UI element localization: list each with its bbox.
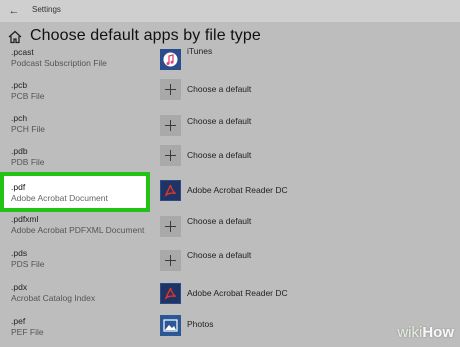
choose-default-button[interactable]: Choose a default xyxy=(187,116,251,126)
page-title: Choose default apps by file type xyxy=(30,27,261,44)
file-extension: .pch xyxy=(11,113,28,123)
itunes-icon[interactable] xyxy=(160,49,181,70)
file-extension: .pcast xyxy=(11,47,34,57)
choose-default-button[interactable]: Choose a default xyxy=(187,216,251,226)
choose-default-button[interactable]: Choose a default xyxy=(187,84,251,94)
file-description: PCH File xyxy=(11,124,46,134)
file-type-row-pch: .pch PCH File Choose a default xyxy=(0,111,460,144)
file-description: PEF File xyxy=(11,327,44,337)
wikihow-watermark: wikiHow xyxy=(397,324,454,341)
file-type-row-pcast: .pcast Podcast Subscription File iTunes xyxy=(0,45,460,78)
back-arrow-icon[interactable]: ← xyxy=(6,3,22,19)
file-type-row-pdf: Adobe Acrobat Reader DC xyxy=(0,179,460,212)
acrobat-icon[interactable] xyxy=(160,180,181,201)
plus-icon[interactable] xyxy=(160,79,181,100)
plus-icon[interactable] xyxy=(160,115,181,136)
file-extension: .pdx xyxy=(11,282,28,292)
file-type-row-pds: .pds PDS File Choose a default xyxy=(0,246,460,279)
file-description: Adobe Acrobat PDFXML Document xyxy=(11,225,145,235)
default-app-button[interactable]: iTunes xyxy=(187,46,212,56)
file-type-row-pef: .pef PEF File Photos xyxy=(0,314,460,347)
default-app-button[interactable]: Adobe Acrobat Reader DC xyxy=(187,288,288,298)
plus-icon[interactable] xyxy=(160,250,181,271)
file-type-row-pdx: .pdx Acrobat Catalog Index Adobe Acrobat… xyxy=(0,280,460,313)
choose-default-button[interactable]: Choose a default xyxy=(187,150,251,160)
file-type-row-pcb: .pcb PCB File Choose a default xyxy=(0,78,460,111)
file-description: PDS File xyxy=(11,259,45,269)
title-bar: ← Settings xyxy=(0,0,460,22)
file-extension: .pdfxml xyxy=(11,214,39,224)
plus-icon[interactable] xyxy=(160,216,181,237)
default-app-button[interactable]: Photos xyxy=(187,319,213,329)
default-app-button[interactable]: Adobe Acrobat Reader DC xyxy=(187,185,288,195)
file-extension: .pds xyxy=(11,248,28,258)
acrobat-icon[interactable] xyxy=(160,283,181,304)
file-extension: .pdb xyxy=(11,146,28,156)
file-extension: .pef xyxy=(11,316,26,326)
home-icon[interactable] xyxy=(8,30,22,44)
photos-icon[interactable] xyxy=(160,315,181,336)
window-title: Settings xyxy=(32,5,61,14)
file-description: PCB File xyxy=(11,91,45,101)
file-type-row-pdfxml: .pdfxml Adobe Acrobat PDFXML Document Ch… xyxy=(0,212,460,245)
file-description: Acrobat Catalog Index xyxy=(11,293,96,303)
file-description: Podcast Subscription File xyxy=(11,58,107,68)
choose-default-button[interactable]: Choose a default xyxy=(187,250,251,260)
file-description: PDB File xyxy=(11,157,45,167)
file-extension: .pcb xyxy=(11,80,28,90)
plus-icon[interactable] xyxy=(160,145,181,166)
